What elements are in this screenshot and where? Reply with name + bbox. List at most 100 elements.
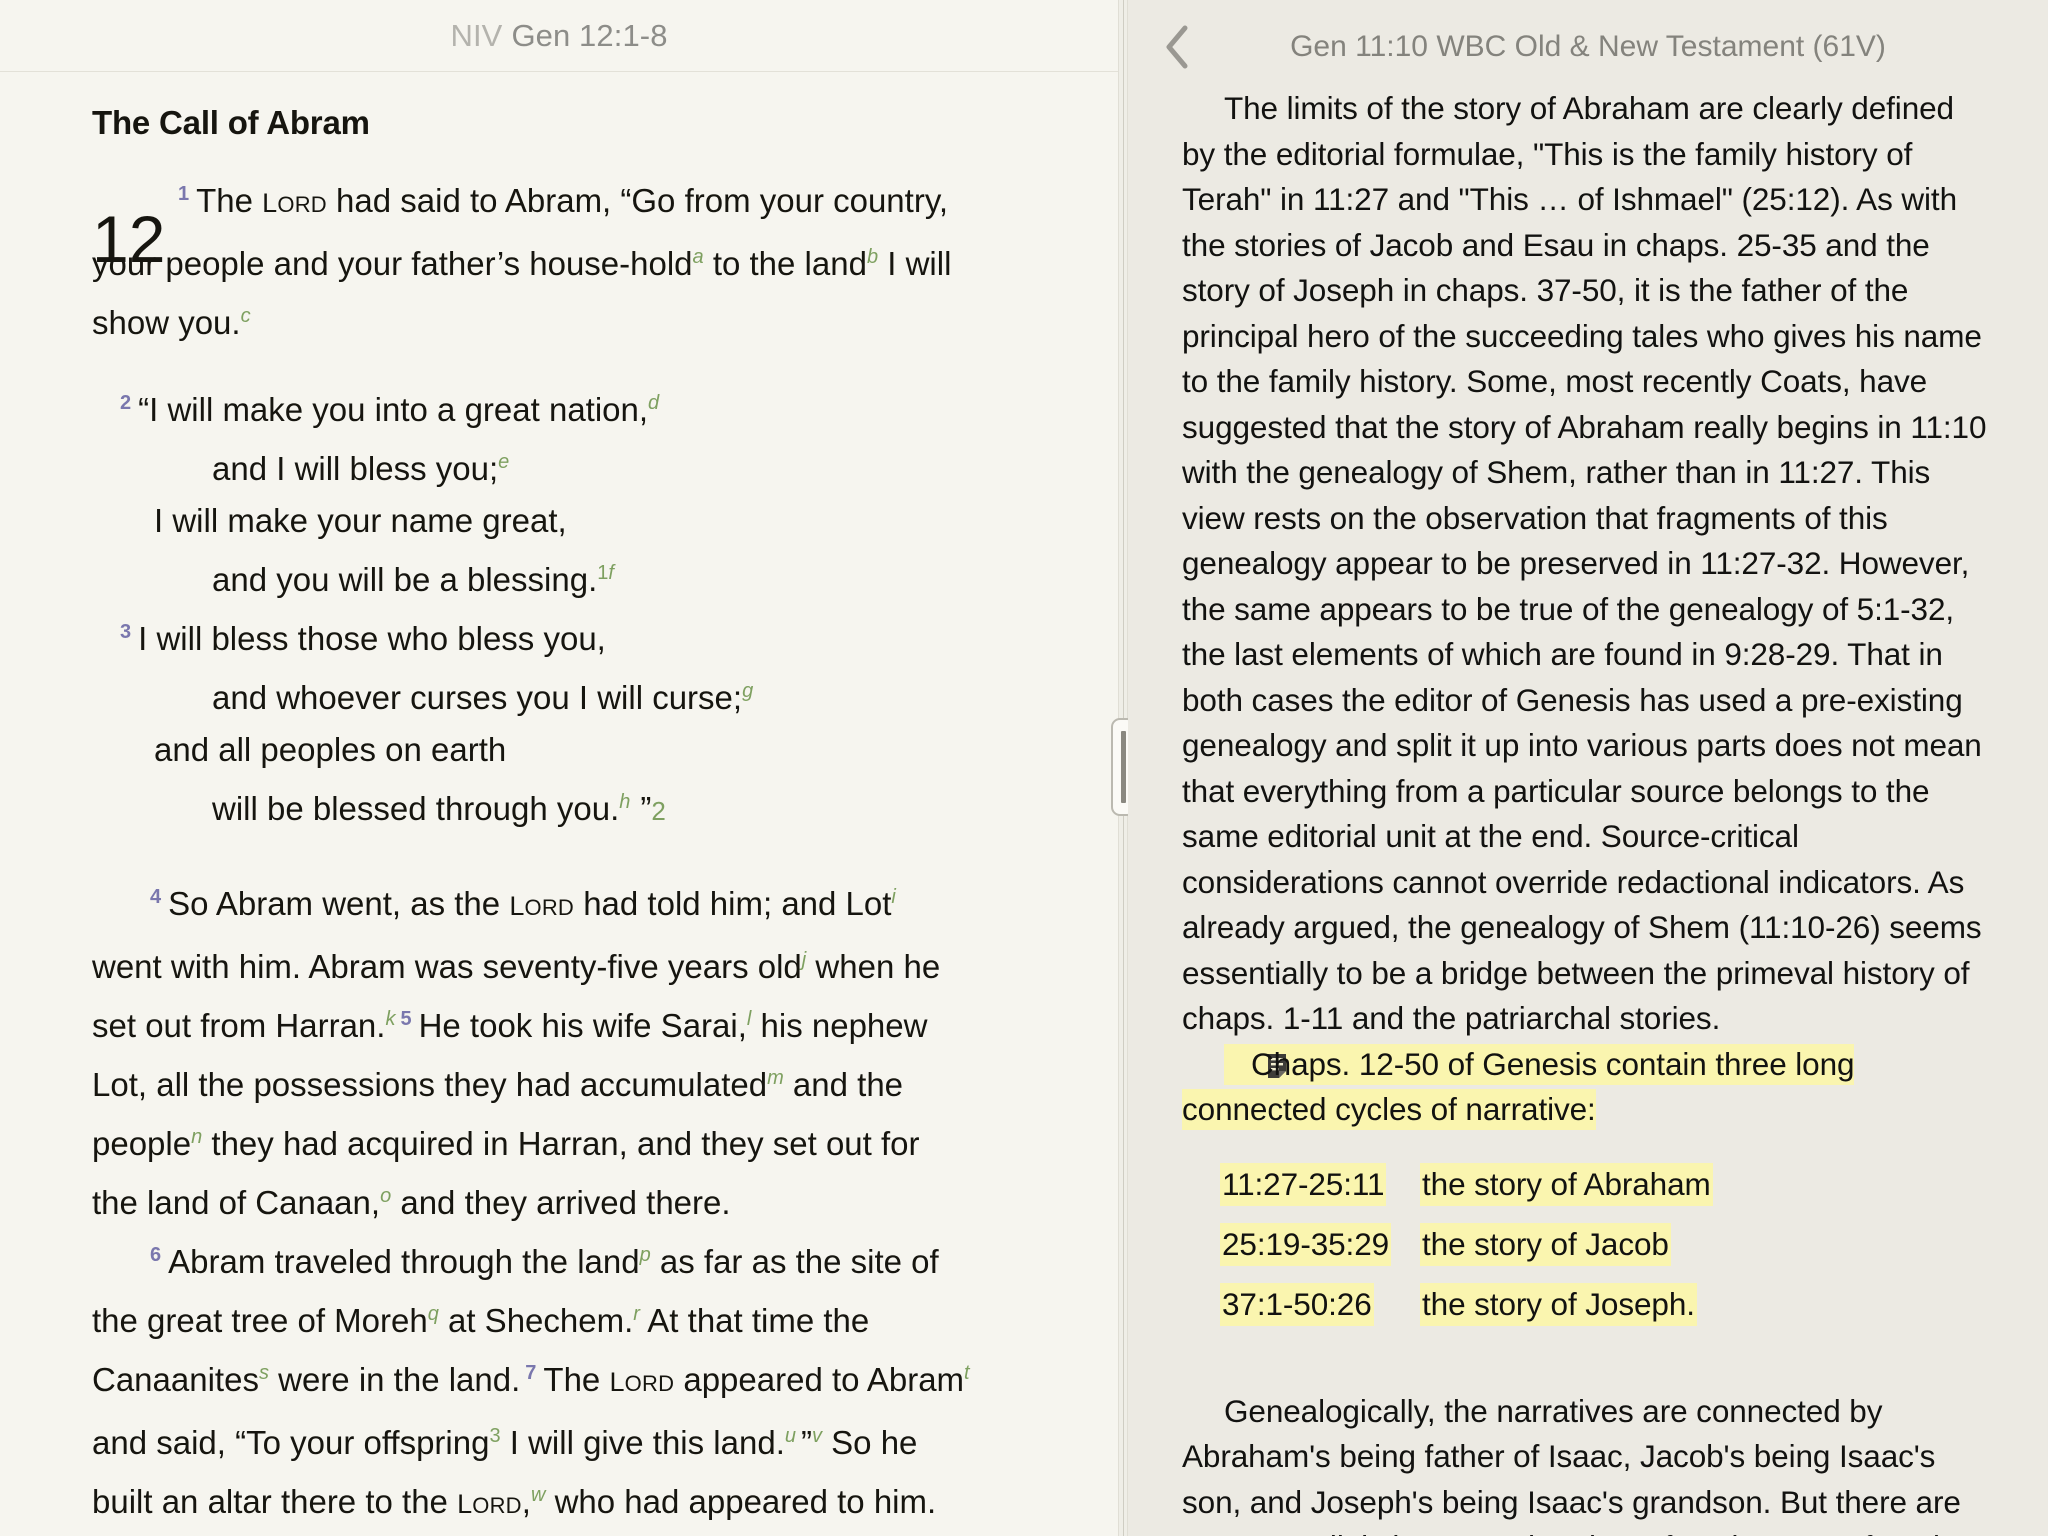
verse-number[interactable]: 3 [120,621,131,643]
verse-2-line-1: 2 “I will make you into a great nation,d [92,377,972,436]
divine-name: LORD [509,891,575,921]
verse-text: The [196,182,263,219]
highlighted-text: Chaps. 12-50 of Genesis contain three lo… [1182,1045,1855,1128]
bible-reference-label[interactable]: NIV Gen 12:1-8 [450,18,667,54]
bible-header: NIV Gen 12:1-8 [0,0,1118,72]
cycle-description: the story of Abraham [1420,1162,1994,1206]
bible-study-app: NIV Gen 12:1-8 The Call of Abram 12 1 The … [0,0,2048,1536]
verse-3-line-2: and whoever curses you I will curse;g [92,665,972,724]
cycle-reference: 25:19-35:29 [1182,1222,1420,1266]
verse-3-line-1: 3 I will bless those who bless you, [92,606,972,665]
commentary-body: The limits of the story of Abraham are c… [1128,86,2048,1536]
footnote-marker-f[interactable]: f [608,562,614,584]
verse-text: I will make your name great, [154,502,567,539]
commentary-pane: Gen 11:10 WBC Old & New Testament (61V) … [1128,0,2048,1536]
verse-text: and whoever curses you I will curse; [212,679,743,716]
poetry-block: 2 “I will make you into a great nation,d … [92,377,972,837]
verse-text: , [521,1483,531,1520]
footnote-marker-q[interactable]: q [428,1303,439,1325]
footnote-marker-h[interactable]: h [619,791,630,813]
back-button[interactable] [1154,23,1202,71]
divine-name: LORD [609,1367,675,1397]
verse-text: had told him; and Lot [574,885,892,922]
footnote-marker-t[interactable]: t [964,1362,970,1384]
verse-2-line-2: and I will bless you;e [92,436,972,495]
pane-splitter[interactable] [1111,0,1136,1536]
commentary-paragraph-2: Genealogically, the narratives are conne… [1182,1392,1982,1536]
bible-body: The Call of Abram 12 1 The LORD had said … [0,72,1118,1536]
verse-text: I will bless those who bless you, [138,620,606,657]
footnote-marker-m[interactable]: m [767,1067,784,1089]
note-icon[interactable] [1224,1047,1286,1078]
footnote-marker-p[interactable]: p [640,1244,651,1266]
footnote-marker-n[interactable]: n [191,1126,202,1148]
verse-1: 1 The LORD had said to Abram, “Go from yo… [92,168,972,349]
verse-4-5-paragraph: 4 So Abram went, as the LORD had told him… [92,871,972,1229]
verse-text: and said, “To your offspring [92,1424,490,1461]
chapter-number: 12 [92,202,166,276]
verse-text: and they arrived there. [391,1184,731,1221]
close-quote: ” [801,1424,812,1461]
footnote-marker-s[interactable]: s [259,1362,269,1384]
cycle-description-text: the story of Abraham [1420,1162,1713,1206]
table-row[interactable]: 37:1-50:26 the story of Joseph. [1182,1282,1994,1326]
verse-text: who had appeared to him. [545,1483,937,1520]
footnote-marker-w[interactable]: w [531,1484,545,1506]
commentary-paragraph-1: The limits of the story of Abraham are c… [1182,90,1987,1036]
splitter-grip-icon [1121,731,1126,803]
verse-text: He took his wife Sarai, [418,1007,747,1044]
verse-text: and I will bless you; [212,450,499,487]
verse-number[interactable]: 6 [150,1244,161,1266]
narrative-cycles-table: 11:27-25:11 the story of Abraham 25:19-3… [1182,1162,1994,1326]
verse-text: The [543,1361,610,1398]
verse-number[interactable]: 2 [120,392,131,414]
footnote-marker-e[interactable]: e [498,451,509,473]
bible-passage-label: Gen 12:1-8 [511,17,668,53]
bible-text-pane: NIV Gen 12:1-8 The Call of Abram 12 1 The … [0,0,1118,1536]
footnote-marker-b[interactable]: b [867,246,878,268]
verse-text: hold [630,245,693,282]
verse-text: Abram traveled through the land [168,1243,640,1280]
cross-reference-3[interactable]: 3 [489,1425,500,1447]
cross-reference-2[interactable]: 2 [651,796,665,826]
footnote-marker-o[interactable]: o [380,1185,391,1207]
cycle-description-text: the story of Joseph. [1420,1282,1697,1326]
page-title: The Call of Abram [92,104,370,141]
verse-number[interactable]: 4 [150,886,161,908]
footnote-marker-r[interactable]: r [633,1303,640,1325]
cycle-reference: 37:1-50:26 [1182,1282,1420,1326]
cycle-reference: 11:27-25:11 [1182,1162,1420,1206]
cross-reference-1[interactable]: 1 [597,562,608,584]
cycle-description: the story of Joseph. [1420,1282,1994,1326]
table-row[interactable]: 11:27-25:11 the story of Abraham [1182,1162,1994,1206]
footnote-marker-u[interactable]: u [785,1425,796,1447]
close-quote: ” [640,790,652,827]
footnote-marker-k[interactable]: k [385,1008,395,1030]
verse-text: appeared to Abram [674,1361,965,1398]
footnote-marker-a[interactable]: a [693,246,704,268]
verse-text: and all peoples on earth [154,731,507,768]
verse-2-line-3: I will make your name great, [92,495,972,547]
verse-text: at Shechem. [438,1302,634,1339]
cycle-description-text: the story of Jacob [1420,1222,1671,1266]
highlighted-paragraph[interactable]: Chaps. 12-50 of Genesis contain three lo… [1182,1042,1994,1133]
footnote-marker-g[interactable]: g [742,680,753,702]
verse-number[interactable]: 1 [178,183,189,205]
footnote-marker-i[interactable]: i [891,886,895,908]
verse-text: went with him. Abram was seventy-five ye… [92,948,802,985]
table-row[interactable]: 25:19-35:29 the story of Jacob [1182,1222,1994,1266]
verse-3-line-4: will be blessed through you.h ”2 [92,776,972,837]
verse-text: “I will make you into a great nation, [138,391,649,428]
footnote-marker-c[interactable]: c [241,305,251,327]
chevron-left-icon [1163,23,1193,71]
verse-number[interactable]: 5 [400,1008,411,1030]
footnote-marker-v[interactable]: v [812,1425,822,1447]
commentary-title: Gen 11:10 WBC Old & New Testament (61V) [1290,30,1886,63]
cycle-reference-text: 25:19-35:29 [1220,1222,1392,1266]
footnote-marker-d[interactable]: d [648,392,659,414]
verse-text: and you will be a blessing. [212,561,598,598]
verse-text: were in the land. [268,1361,521,1398]
verse-number[interactable]: 7 [525,1362,536,1384]
verse-text: I will give this land. [500,1424,785,1461]
